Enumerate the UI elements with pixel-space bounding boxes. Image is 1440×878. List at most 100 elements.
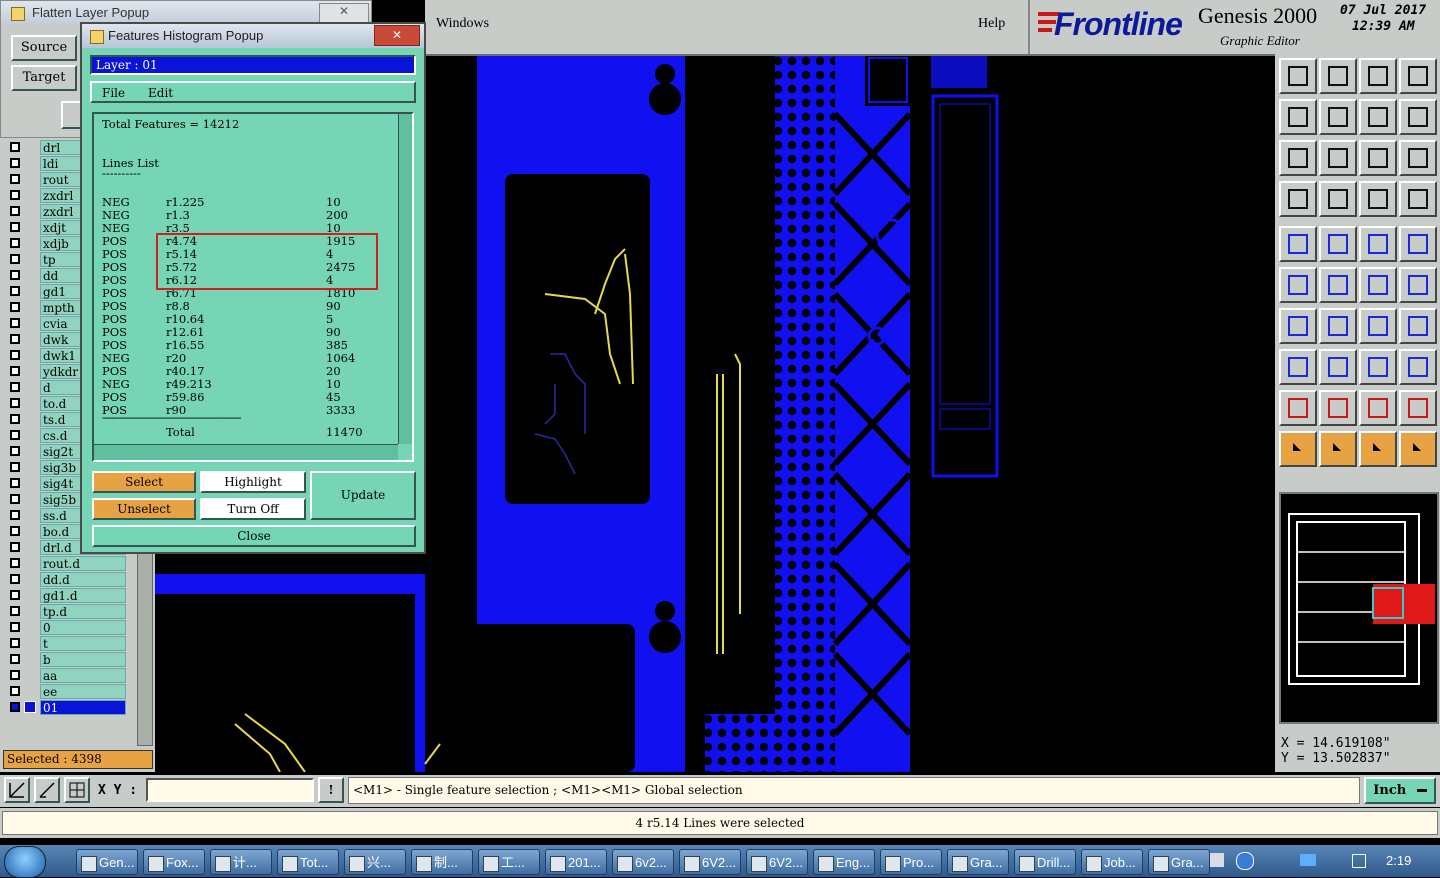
layer-row[interactable]: rout.d: [4, 556, 154, 572]
layer-row[interactable]: tp.d: [4, 604, 154, 620]
layer-checkbox[interactable]: [10, 158, 20, 168]
list-vscrollbar[interactable]: [398, 114, 412, 444]
taskbar-item[interactable]: Pro...: [880, 849, 942, 875]
triangle-move-icon[interactable]: [1399, 390, 1437, 426]
triangle-edit-icon[interactable]: [1319, 390, 1357, 426]
triangle-icon[interactable]: [1279, 390, 1317, 426]
layer-row[interactable]: aa: [4, 668, 154, 684]
taskbar-item[interactable]: Fox...: [143, 849, 205, 875]
layer-checkbox[interactable]: [10, 638, 20, 648]
start-button[interactable]: [4, 846, 46, 878]
arc-icon[interactable]: [1399, 267, 1437, 303]
target-button[interactable]: Target: [11, 65, 77, 91]
layer-row[interactable]: gd1.d: [4, 588, 154, 604]
layer-checkbox[interactable]: [10, 510, 20, 520]
window-icon[interactable]: [1399, 58, 1437, 94]
pointer-net-icon[interactable]: [1359, 431, 1397, 467]
move-left-icon[interactable]: [1279, 99, 1317, 135]
layer-row[interactable]: t: [4, 636, 154, 652]
taskbar-item[interactable]: Gra...: [947, 849, 1009, 875]
layer-checkbox[interactable]: [10, 414, 20, 424]
ruler-icon[interactable]: [1359, 226, 1397, 262]
layer-checkbox[interactable]: [10, 350, 20, 360]
layer-row[interactable]: dd.d: [4, 572, 154, 588]
layer-checkbox[interactable]: [10, 206, 20, 216]
units-dropdown[interactable]: Inch: [1364, 777, 1436, 804]
delete-icon[interactable]: [1319, 267, 1357, 303]
layer-checkbox[interactable]: [10, 526, 20, 536]
layer-checkbox[interactable]: [10, 366, 20, 376]
zoom-fit-icon[interactable]: [1319, 140, 1357, 176]
layer-name[interactable]: 01: [40, 700, 126, 715]
layer-checkbox[interactable]: [10, 494, 20, 504]
size-icon[interactable]: [1359, 349, 1397, 385]
settings-icon[interactable]: [1279, 181, 1317, 217]
layer-field[interactable]: Layer : 01: [90, 55, 416, 75]
line-icon[interactable]: [1279, 308, 1317, 344]
zoom-window-icon[interactable]: [4, 777, 30, 803]
layer-checkbox[interactable]: [10, 462, 20, 472]
step-icon[interactable]: [1359, 181, 1397, 217]
taskbar-item[interactable]: 兴...: [344, 849, 406, 875]
layer-name[interactable]: ee: [40, 684, 126, 699]
layer-name[interactable]: tp.d: [40, 604, 126, 619]
overview-map[interactable]: [1279, 492, 1439, 724]
highlight-button[interactable]: Highlight: [200, 471, 306, 493]
network-icon[interactable]: [1300, 854, 1316, 866]
taskbar-item[interactable]: Job...: [1081, 849, 1143, 875]
pad-icon[interactable]: [1279, 226, 1317, 262]
taskbar-item[interactable]: Tot...: [277, 849, 339, 875]
connect-icon[interactable]: [1279, 267, 1317, 303]
taskbar-item[interactable]: Eng...: [813, 849, 875, 875]
drill-icon[interactable]: [1399, 226, 1437, 262]
select-button[interactable]: Select: [92, 471, 196, 493]
scale-icon[interactable]: [1359, 140, 1397, 176]
help-icon[interactable]: [1399, 140, 1437, 176]
swap-icon[interactable]: [1359, 99, 1397, 135]
layer-checkbox[interactable]: [10, 334, 20, 344]
line-angle-icon[interactable]: [1319, 308, 1357, 344]
layer-checkbox[interactable]: [10, 430, 20, 440]
layer-checkbox[interactable]: [10, 174, 20, 184]
layer-checkbox[interactable]: [10, 446, 20, 456]
pointer-icon[interactable]: [1279, 431, 1317, 467]
add-node-icon[interactable]: [1359, 267, 1397, 303]
xy-input[interactable]: [146, 778, 314, 802]
layer-name[interactable]: rout.d: [40, 556, 126, 571]
layer-checkbox[interactable]: [10, 574, 20, 584]
home-icon[interactable]: [1359, 58, 1397, 94]
open-job-icon[interactable]: [1279, 58, 1317, 94]
layer-checkbox[interactable]: [10, 238, 20, 248]
fit-screen-icon[interactable]: [1279, 140, 1317, 176]
layer-checkbox[interactable]: [10, 270, 20, 280]
layer-checkbox[interactable]: [10, 254, 20, 264]
layer-checkbox[interactable]: [10, 286, 20, 296]
layer-row[interactable]: 0: [4, 620, 154, 636]
menu-file[interactable]: File: [102, 86, 125, 100]
pointer-box-icon[interactable]: [1319, 431, 1357, 467]
close-icon[interactable]: ✕: [319, 3, 369, 23]
layer-checkbox[interactable]: [10, 398, 20, 408]
layer-checkbox[interactable]: [10, 670, 20, 680]
layer-checkbox[interactable]: [10, 654, 20, 664]
layer-checkbox[interactable]: [10, 190, 20, 200]
menu-help[interactable]: Help: [978, 16, 1005, 32]
update-button[interactable]: Update: [310, 471, 416, 520]
step-list-icon[interactable]: [1399, 181, 1437, 217]
layer-checkbox[interactable]: [10, 686, 20, 696]
features-icon[interactable]: [1399, 349, 1437, 385]
taskbar-item[interactable]: 制...: [411, 849, 473, 875]
layer-checkbox[interactable]: [10, 590, 20, 600]
layer-name[interactable]: gd1.d: [40, 588, 126, 603]
layer-name[interactable]: t: [40, 636, 126, 651]
layer-checkbox[interactable]: [10, 302, 20, 312]
layer-checkbox[interactable]: [10, 478, 20, 488]
help-icon[interactable]: [1236, 852, 1254, 870]
layer-name[interactable]: 0: [40, 620, 126, 635]
pointer-step-icon[interactable]: [1399, 431, 1437, 467]
layer-row[interactable]: ee: [4, 684, 154, 700]
layer-checkbox[interactable]: [10, 606, 20, 616]
taskbar-item[interactable]: 6v2...: [612, 849, 674, 875]
taskbar-item[interactable]: 计...: [210, 849, 272, 875]
layer-name[interactable]: aa: [40, 668, 126, 683]
